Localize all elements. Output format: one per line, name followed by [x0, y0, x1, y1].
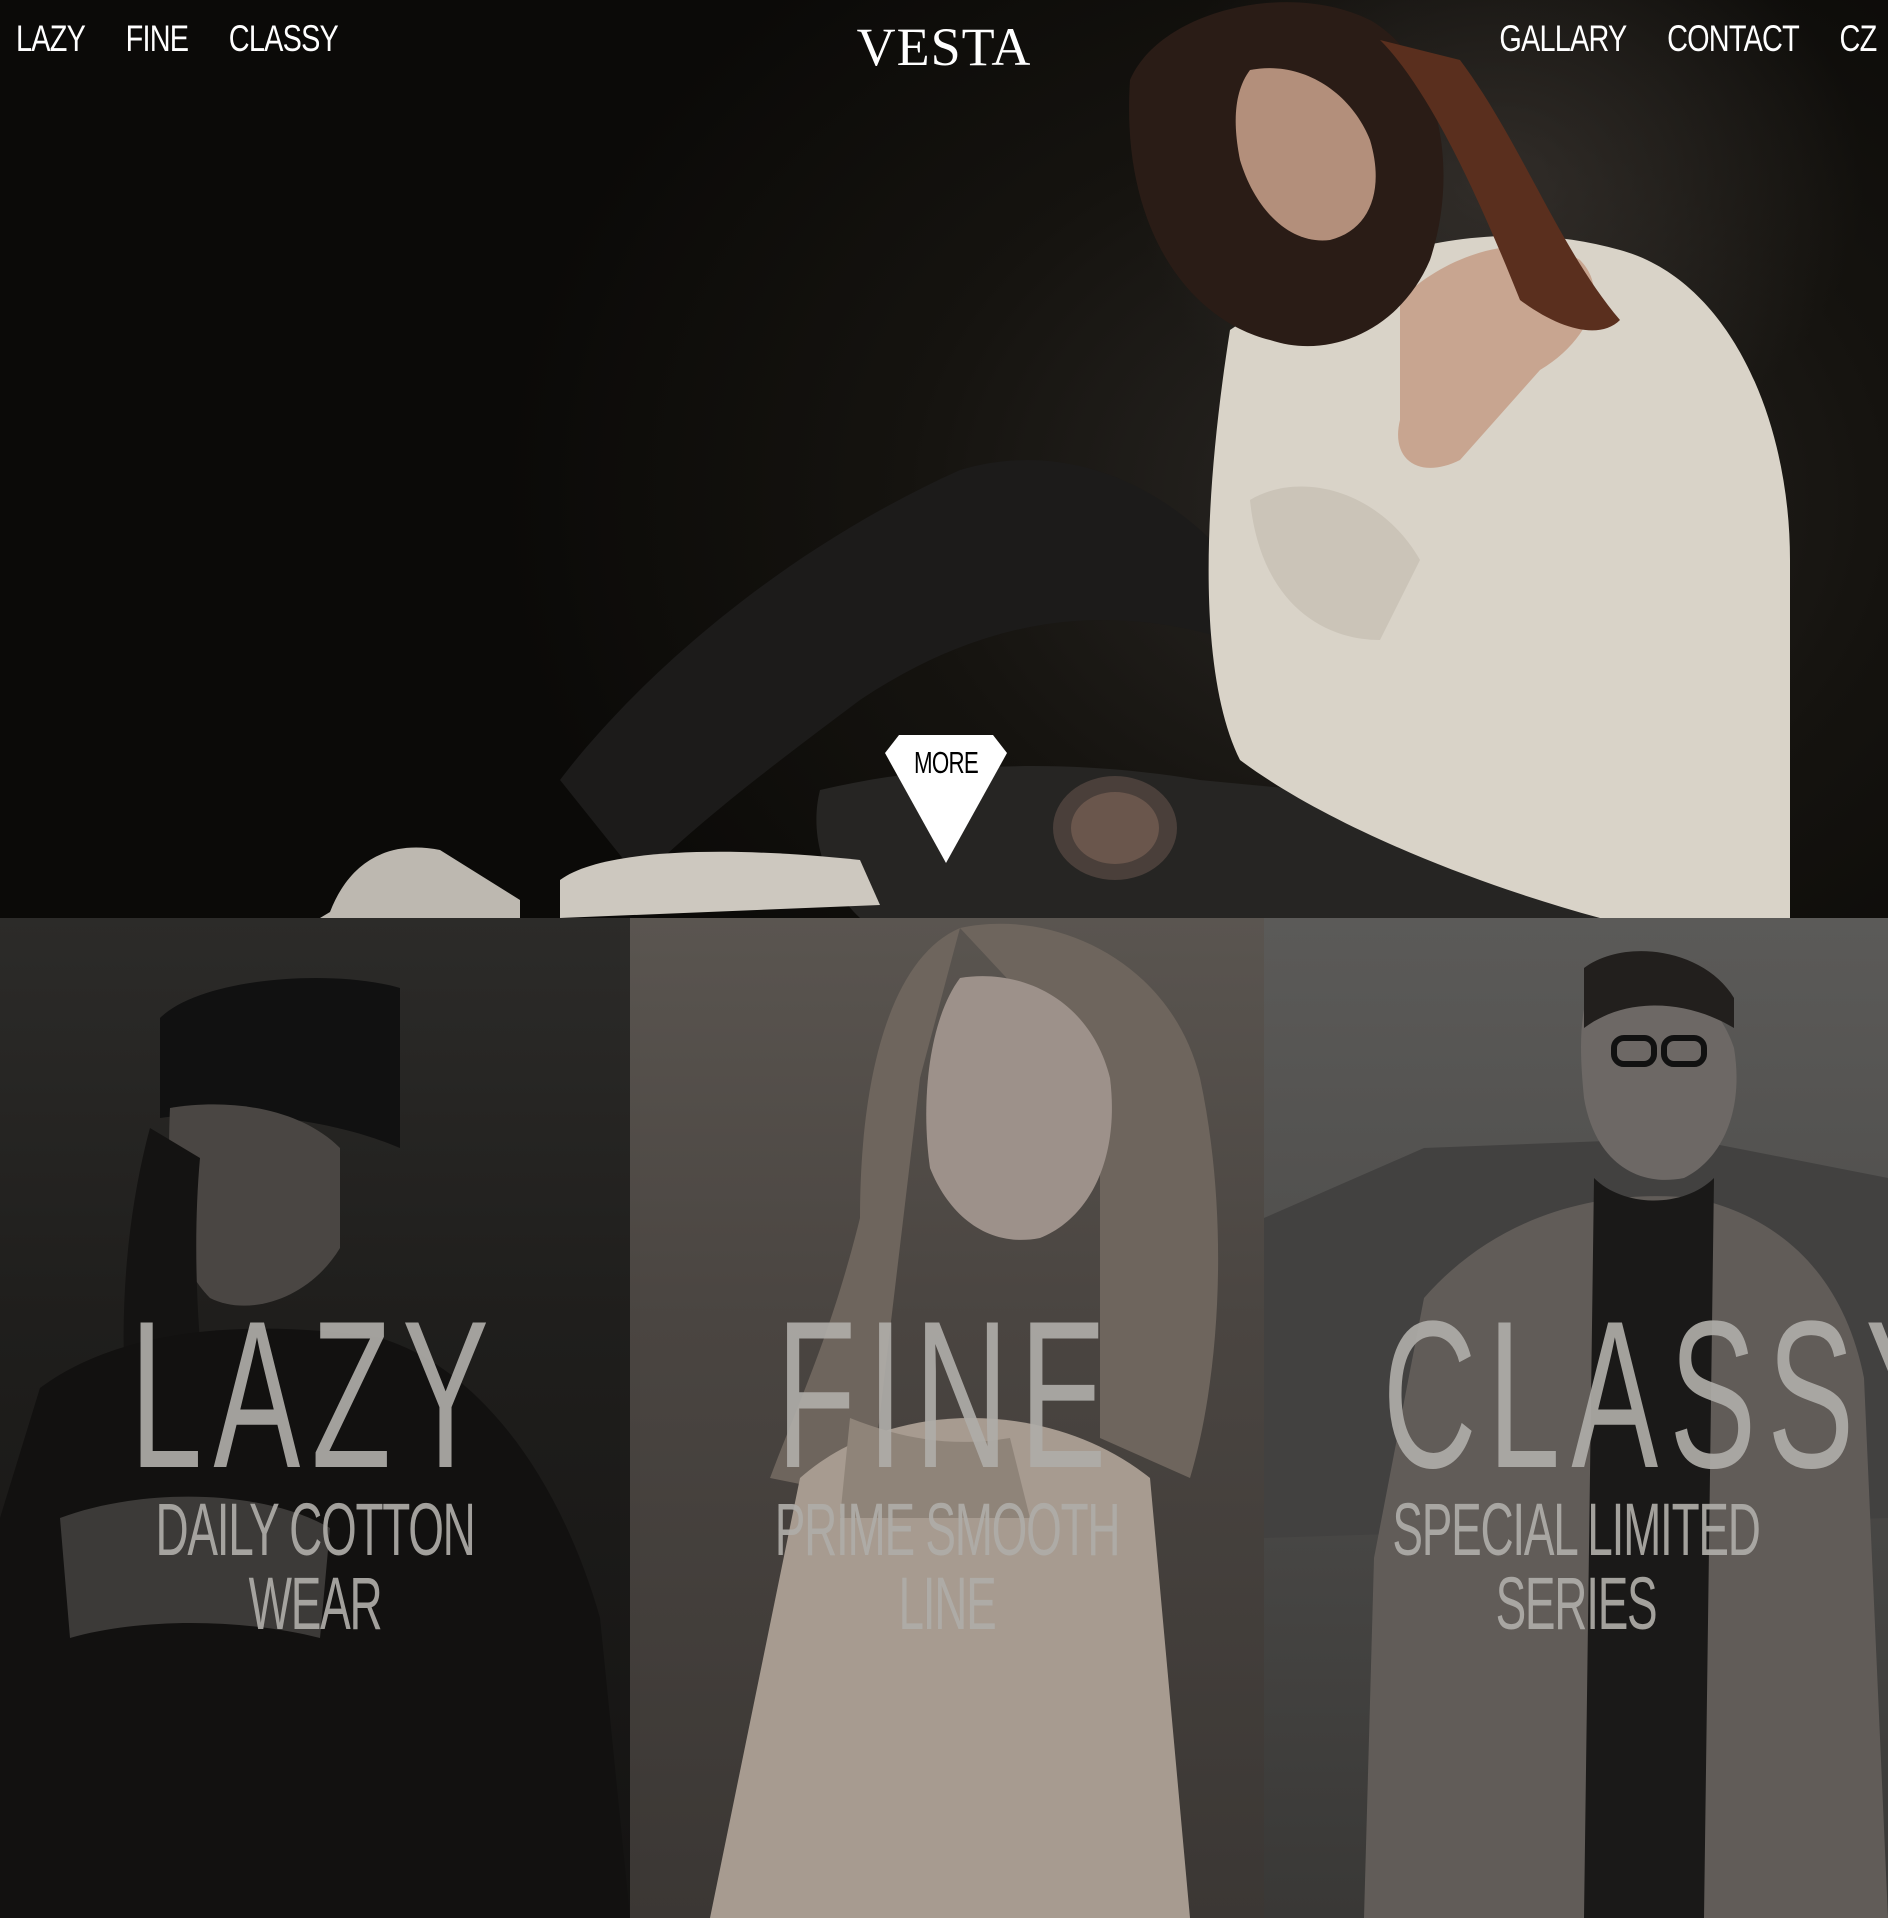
nav-link-gallery[interactable]: GALLARY [1499, 18, 1627, 60]
category-card-classy[interactable]: CLASSY SPECIAL LIMITED SERIES [1264, 918, 1888, 1918]
nav-link-classy[interactable]: CLASSY [229, 18, 339, 60]
nav-link-contact[interactable]: CONTACT [1667, 18, 1800, 60]
category-subtitle-classy: SPECIAL LIMITED SERIES [1392, 1488, 1760, 1645]
category-card-fine[interactable]: FINE PRIME SMOOTH LINE [630, 918, 1264, 1918]
category-title-lazy: LAZY [129, 1277, 501, 1512]
category-title-classy: CLASSY [1382, 1277, 1888, 1512]
category-card-lazy[interactable]: LAZY DAILY COTTON WEAR [0, 918, 630, 1918]
brand-logo[interactable]: VESTA [857, 17, 1032, 77]
more-label: MORE [913, 745, 979, 780]
category-subtitle-lazy: DAILY COTTON WEAR [155, 1488, 475, 1645]
nav-left: LAZY FINE CLASSY [16, 18, 379, 60]
nav-link-lazy[interactable]: LAZY [16, 18, 86, 60]
more-button[interactable]: MORE [885, 735, 1007, 863]
hero-banner: LAZY FINE CLASSY VESTA GALLARY CONTACT C… [0, 0, 1888, 918]
category-subtitle-fine: PRIME SMOOTH LINE [774, 1488, 1121, 1645]
category-title-fine: FINE [776, 1277, 1118, 1512]
nav-right: GALLARY CONTACT CZ [1458, 18, 1877, 60]
language-switch-cz[interactable]: CZ [1839, 18, 1877, 60]
category-panels: LAZY DAILY COTTON WEAR FINE PRIME SMOOTH… [0, 918, 1888, 1918]
nav-link-fine[interactable]: FINE [126, 18, 189, 60]
